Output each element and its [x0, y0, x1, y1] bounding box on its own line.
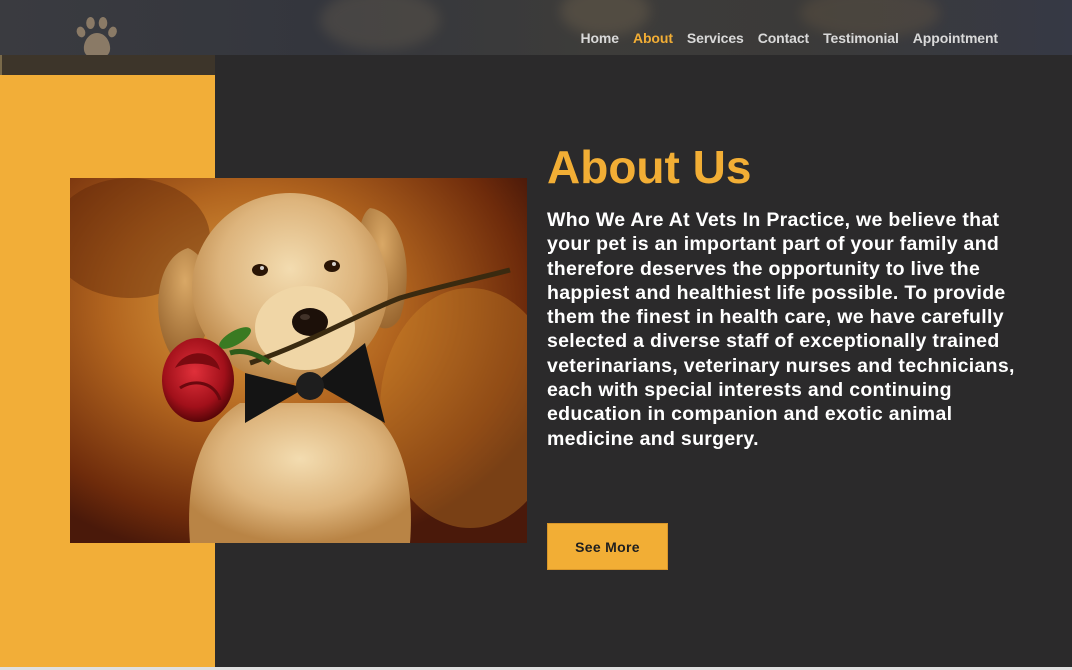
nav-appointment-link[interactable]: Appointment	[913, 30, 998, 46]
paw-icon[interactable]	[72, 13, 122, 55]
see-more-button[interactable]: See More	[547, 523, 668, 570]
strip-edge	[0, 55, 2, 75]
puppy-with-rose-image	[70, 178, 527, 543]
about-title: About Us	[547, 141, 752, 193]
header-background-blob	[320, 0, 440, 50]
nav-home-link[interactable]: Home	[580, 30, 619, 46]
nav-about-link[interactable]: About	[633, 30, 673, 46]
top-navigation-bar: Home About Services Contact Testimonial …	[0, 0, 1072, 55]
nav-testimonial-link[interactable]: Testimonial	[823, 30, 899, 46]
about-description: Who We Are At Vets In Practice, we belie…	[547, 209, 1015, 450]
main-nav: Home About Services Contact Testimonial …	[580, 30, 998, 46]
nav-services-link[interactable]: Services	[687, 30, 744, 46]
header-shadow-strip	[0, 55, 215, 75]
nav-contact-link[interactable]: Contact	[758, 30, 810, 46]
